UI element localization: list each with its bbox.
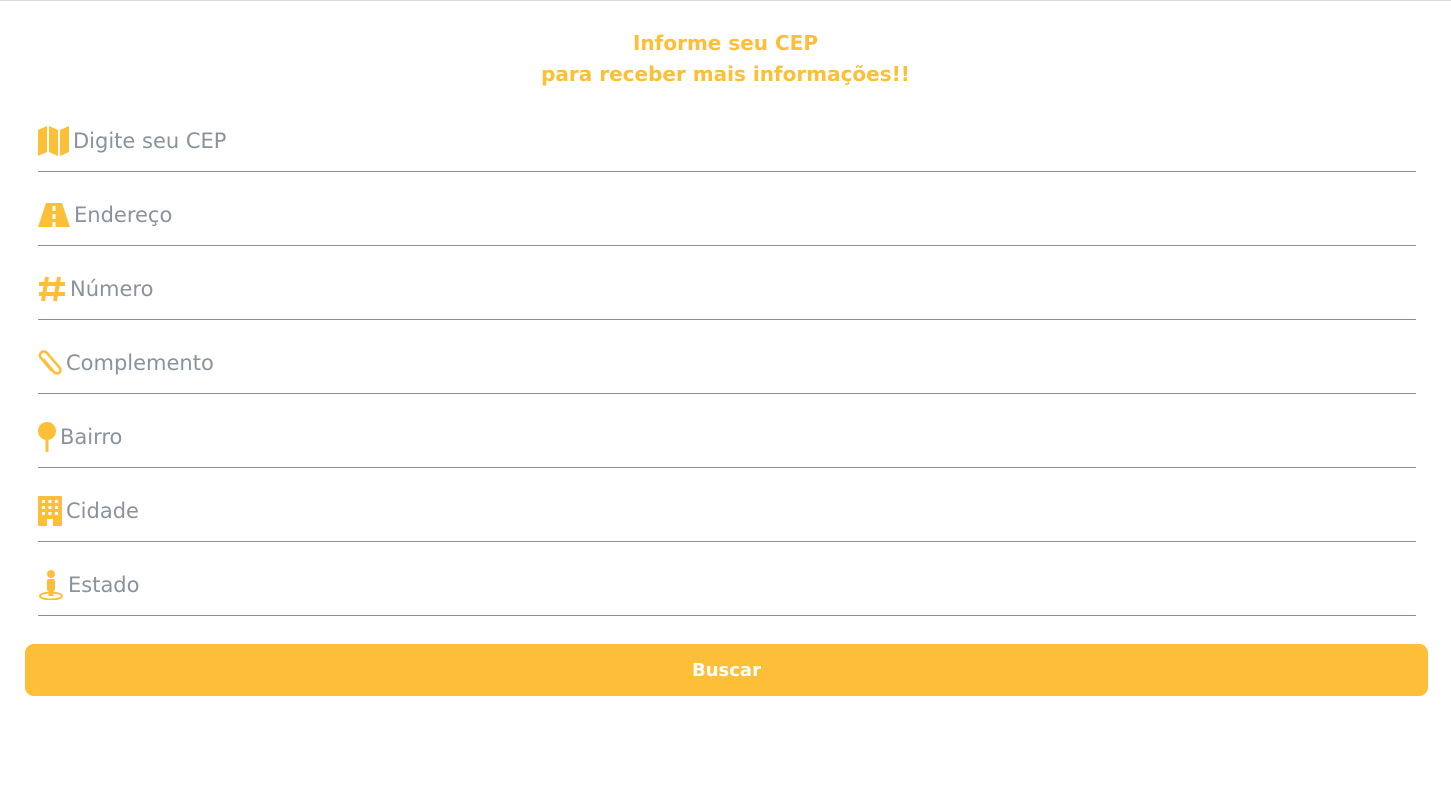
city-input[interactable] bbox=[66, 491, 1416, 531]
number-field-row bbox=[38, 259, 1416, 320]
title-line-1: Informe seu CEP bbox=[632, 31, 819, 55]
map-icon bbox=[38, 126, 69, 156]
map-pin-icon bbox=[38, 422, 56, 452]
state-field-row bbox=[38, 555, 1416, 616]
title-line-2: para receber mais informações!! bbox=[541, 62, 910, 86]
city-field-row bbox=[38, 481, 1416, 542]
state-input[interactable] bbox=[68, 565, 1416, 605]
cep-field-row bbox=[38, 111, 1416, 172]
cep-form bbox=[38, 111, 1416, 629]
neighborhood-input[interactable] bbox=[60, 417, 1416, 457]
search-button[interactable]: Buscar bbox=[25, 644, 1428, 696]
complement-input[interactable] bbox=[66, 343, 1416, 383]
number-input[interactable] bbox=[70, 269, 1416, 309]
cep-input[interactable] bbox=[73, 121, 1416, 161]
neighborhood-field-row bbox=[38, 407, 1416, 468]
address-field-row bbox=[38, 185, 1416, 246]
paperclip-icon bbox=[38, 350, 62, 376]
top-divider bbox=[0, 0, 1451, 1]
complement-field-row bbox=[38, 333, 1416, 394]
road-icon bbox=[38, 203, 70, 227]
page-title: Informe seu CEP para receber mais inform… bbox=[0, 28, 1451, 90]
hashtag-icon bbox=[38, 275, 66, 303]
address-input[interactable] bbox=[74, 195, 1416, 235]
building-icon bbox=[38, 496, 62, 526]
street-view-icon bbox=[38, 570, 64, 600]
